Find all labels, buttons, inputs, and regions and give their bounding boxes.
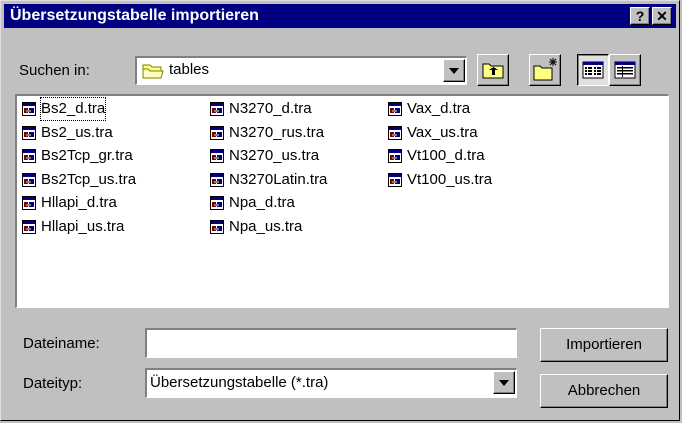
file-name: N3270_us.tra (229, 147, 320, 164)
new-folder-icon (533, 58, 557, 81)
file-name: Vt100_d.tra (407, 147, 485, 164)
translation-file-icon (22, 219, 36, 234)
help-button[interactable]: ? (630, 7, 650, 25)
up-one-level-button[interactable] (477, 54, 509, 86)
file-list[interactable]: Bs2_d.tra Bs2_us.tra Bs2Tcp_gr.tra Bs2Tcp_u… (15, 94, 669, 308)
window-title: Übersetzungstabelle importieren (10, 7, 259, 24)
lookin-value: tables (169, 61, 210, 78)
file-name: N3270Latin.tra (229, 170, 328, 188)
lookin-select[interactable]: tables (135, 56, 467, 85)
filetype-select[interactable]: Übersetzungstabelle (*.tra) (145, 368, 517, 398)
list-view-button[interactable] (577, 54, 609, 86)
new-folder-button[interactable] (529, 54, 561, 86)
translation-file-icon (22, 172, 36, 187)
file-name: Vt100_us.tra (407, 170, 493, 188)
translation-file-icon (210, 149, 224, 163)
file-dialog: Übersetzungstabelle importieren ? ✕ Such… (0, 0, 680, 421)
translation-file-icon (22, 102, 36, 116)
file-name: Vax_d.tra (407, 100, 471, 117)
translation-file-icon (388, 172, 402, 187)
file-name: Npa_d.tra (229, 194, 295, 211)
file-name: N3270_rus.tra (229, 123, 325, 141)
file-name: Vax_us.tra (407, 123, 478, 141)
file-name: Bs2_us.tra (41, 123, 113, 141)
lookin-label: Suchen in: (19, 62, 90, 79)
translation-file-icon (388, 149, 402, 163)
translation-file-icon (210, 172, 224, 187)
file-name: Bs2_d.tra (39, 97, 107, 121)
translation-file-icon (22, 125, 36, 140)
folder-icon (142, 64, 164, 79)
translation-file-icon (22, 196, 36, 210)
file-name: Bs2Tcp_us.tra (41, 170, 137, 188)
details-view-button[interactable] (609, 54, 641, 86)
filename-label: Dateiname: (23, 335, 100, 352)
list-view-icon (582, 61, 604, 79)
close-button[interactable]: ✕ (652, 7, 672, 25)
chevron-down-icon (499, 380, 509, 386)
filetype-dropdown-button[interactable] (493, 371, 515, 394)
filetype-label: Dateityp: (23, 375, 83, 392)
file-name: Npa_us.tra (229, 217, 303, 235)
file-name: Hllapi_us.tra (41, 217, 125, 235)
filetype-value: Übersetzungstabelle (*.tra) (150, 374, 329, 391)
translation-file-icon (388, 125, 402, 140)
translation-file-icon (22, 149, 36, 163)
lookin-dropdown-button[interactable] (443, 59, 465, 82)
cancel-button[interactable]: Abbrechen (540, 374, 668, 408)
chevron-down-icon (449, 68, 459, 74)
translation-file-icon (210, 125, 224, 140)
up-one-level-icon (482, 63, 504, 79)
translation-file-icon (210, 196, 224, 210)
file-name: Bs2Tcp_gr.tra (41, 147, 133, 164)
translation-file-icon (388, 102, 402, 116)
import-button[interactable]: Importieren (540, 328, 668, 362)
file-name: N3270_d.tra (229, 100, 312, 117)
details-view-icon (614, 61, 636, 79)
file-name: Hllapi_d.tra (41, 194, 117, 211)
translation-file-icon (210, 219, 224, 234)
filename-field[interactable] (145, 328, 517, 358)
translation-file-icon (210, 102, 224, 116)
title-bar[interactable]: Übersetzungstabelle importieren ? ✕ (4, 4, 676, 28)
